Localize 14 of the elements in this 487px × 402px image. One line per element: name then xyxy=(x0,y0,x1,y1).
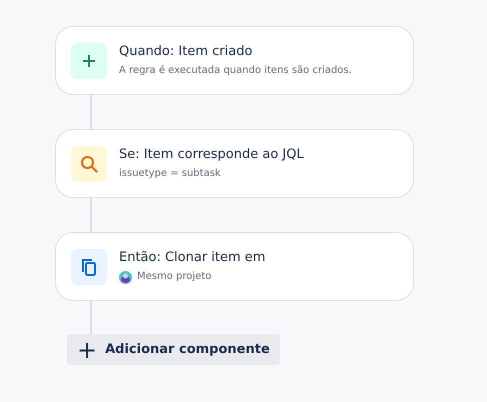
step-description: issuetype = subtask xyxy=(119,167,221,181)
add-component-button[interactable]: + Adicionar componente xyxy=(67,334,280,365)
plus-icon xyxy=(82,54,96,68)
copy-icon xyxy=(80,256,98,276)
step-description: Mesmo projeto xyxy=(137,270,212,284)
step-title: Se: Item corresponde ao JQL xyxy=(119,146,304,163)
rule-step-card[interactable]: Se: Item corresponde ao JQL issuetype = subtask xyxy=(55,129,414,198)
step-title: Quando: Item criado xyxy=(119,43,254,60)
search-icon xyxy=(80,154,98,172)
step-description: A regra é executada quando itens são criados. xyxy=(119,64,352,78)
project-avatar-icon xyxy=(119,270,132,284)
step-title: Então: Clonar item em xyxy=(119,249,266,266)
rule-step-card[interactable]: Quando: Item criado A regra é executada quando itens são criados. xyxy=(55,26,414,95)
rule-step-card[interactable]: Então: Clonar item em Mesmo projeto xyxy=(55,232,414,301)
